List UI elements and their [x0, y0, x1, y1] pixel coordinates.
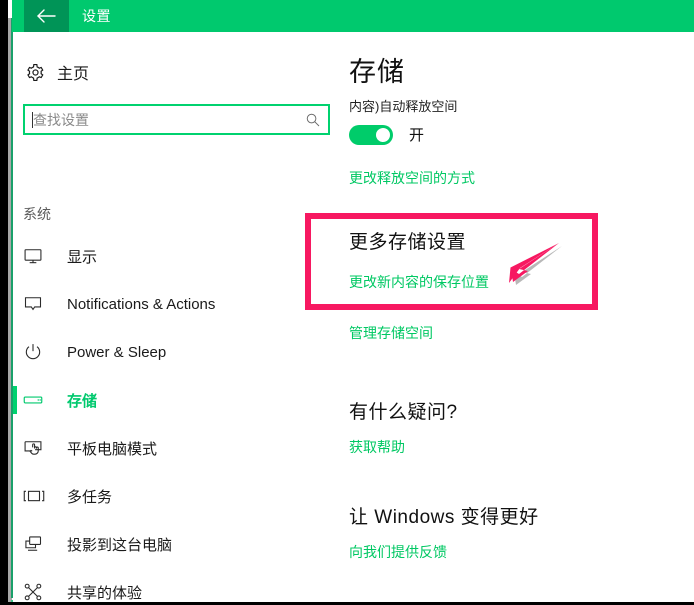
sidebar-item-label: 平板电脑模式 [67, 440, 158, 458]
selection-indicator [13, 578, 17, 605]
selection-indicator [13, 386, 17, 414]
sidebar-item-label: Notifications & Actions [67, 295, 216, 313]
sidebar-item-tablet-mode[interactable]: 平板电脑模式 [13, 424, 336, 472]
arrow-left-icon [36, 8, 58, 24]
sidebar-item-label: Power & Sleep [67, 343, 167, 361]
link-change-free-space-method[interactable]: 更改释放空间的方式 [349, 168, 475, 188]
monitor-icon [23, 246, 67, 266]
back-button[interactable] [24, 0, 69, 32]
project-screen-icon [23, 534, 67, 554]
page-title: 存储 [349, 57, 405, 87]
page-subtitle: 内容)自动释放空间 [349, 99, 458, 114]
search-icon[interactable] [298, 112, 328, 128]
storage-sense-toggle[interactable] [349, 124, 393, 145]
tablet-mode-icon [23, 438, 67, 458]
more-storage-settings-heading: 更多存储设置 [349, 232, 467, 253]
toggle-state-label: 开 [409, 127, 425, 144]
window-left-edge [0, 0, 8, 605]
selection-indicator [13, 338, 17, 366]
sidebar-item-label: 多任务 [67, 488, 113, 506]
sidebar-item-notifications[interactable]: Notifications & Actions [13, 280, 336, 328]
sidebar-item-power-sleep[interactable]: Power & Sleep [13, 328, 336, 376]
search-box[interactable] [23, 104, 330, 135]
selection-indicator [13, 434, 17, 462]
sidebar-nav-list: 显示 Notifications & Actions Power & Sleep… [13, 232, 336, 605]
title-bar: 设置 [12, 0, 694, 32]
selection-indicator [13, 242, 17, 270]
link-manage-storage-space[interactable]: 管理存储空间 [349, 323, 433, 343]
selection-indicator [13, 530, 17, 558]
sidebar-item-label: 显示 [67, 248, 98, 266]
disk-drive-icon [23, 393, 67, 407]
share-nodes-icon [23, 582, 67, 602]
sidebar-home-label: 主页 [57, 66, 90, 83]
sidebar-item-label: 共享的体验 [67, 584, 143, 602]
sidebar-section-label: 系统 [23, 206, 51, 222]
link-change-new-content-save-location[interactable]: 更改新内容的保存位置 [349, 272, 489, 292]
sidebar-item-label: 存储 [67, 392, 98, 410]
notification-icon [23, 294, 67, 314]
storage-sense-toggle-row: 开 [349, 124, 424, 145]
link-give-us-feedback[interactable]: 向我们提供反馈 [349, 542, 447, 562]
sidebar: 主页 系统 [13, 32, 336, 602]
link-get-help[interactable]: 获取帮助 [349, 437, 405, 457]
sidebar-item-project-to-pc[interactable]: 投影到这台电脑 [13, 520, 336, 568]
content-panel: 存储 内容)自动释放空间 开 更改释放空间的方式 更多存储设置 更改新内容的保存… [305, 32, 694, 602]
sidebar-item-shared-experiences[interactable]: 共享的体验 [13, 568, 336, 605]
sidebar-item-storage[interactable]: 存储 [13, 376, 336, 424]
sidebar-item-display[interactable]: 显示 [13, 232, 336, 280]
help-heading: 有什么疑问? [349, 402, 458, 423]
selection-indicator [13, 290, 17, 318]
make-windows-better-heading: 让 Windows 变得更好 [349, 507, 539, 528]
settings-window: 设置 主页 系统 [0, 0, 694, 605]
power-icon [23, 342, 67, 362]
sidebar-item-multitasking[interactable]: 多任务 [13, 472, 336, 520]
app-title: 设置 [82, 8, 111, 24]
selection-indicator [13, 482, 17, 510]
gear-icon [13, 63, 57, 82]
multitasking-icon [23, 487, 67, 505]
sidebar-item-label: 投影到这台电脑 [67, 536, 173, 554]
toggle-knob [376, 127, 390, 142]
search-input[interactable] [33, 106, 298, 133]
sidebar-item-home[interactable]: 主页 [13, 55, 313, 89]
